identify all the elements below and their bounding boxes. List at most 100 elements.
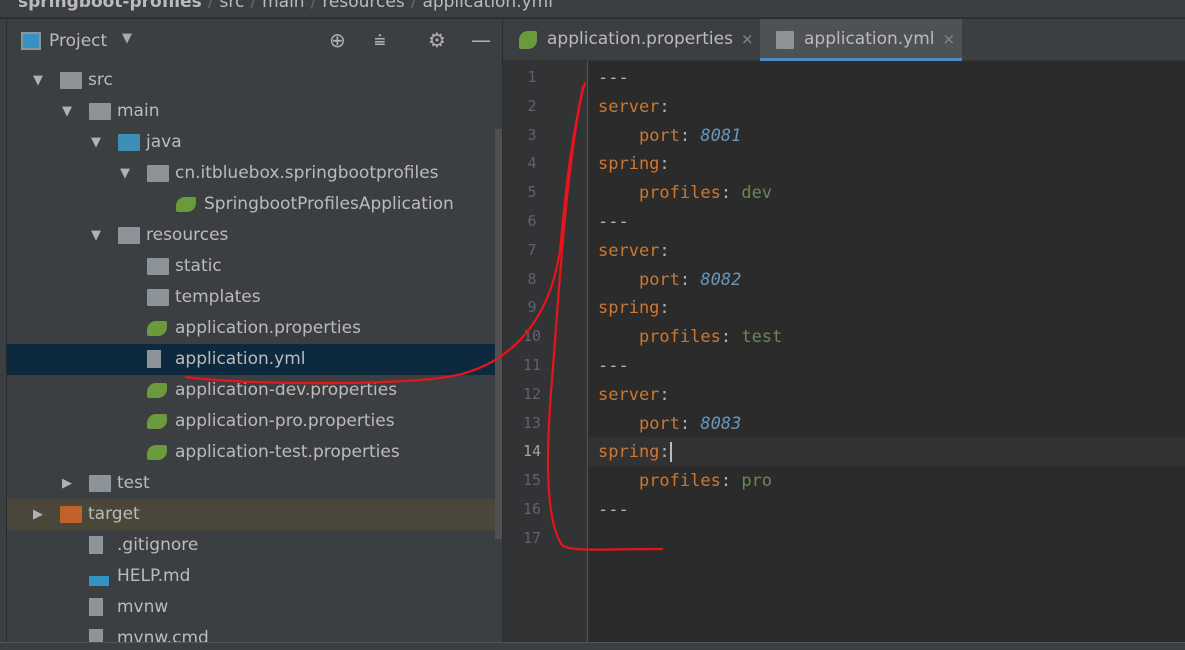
tree-item[interactable]: application.properties [7, 313, 502, 344]
breadcrumb-item[interactable]: src [220, 0, 245, 12]
breadcrumb-item[interactable]: application.yml [422, 0, 553, 12]
tree-item-label: target [88, 504, 140, 524]
tree-item[interactable]: application-pro.properties [7, 406, 502, 437]
tree-item[interactable]: application-test.properties [7, 437, 502, 468]
code-line: profiles: dev [598, 179, 772, 207]
tree-item[interactable]: ▶ test [7, 468, 502, 499]
code-line: --- [598, 64, 629, 92]
line-number: 17 [522, 528, 542, 547]
line-number: 15 [522, 471, 542, 490]
tree-item-label: cn.itbluebox.springbootprofiles [175, 163, 439, 183]
tab-application-yml[interactable]: application.yml × [760, 19, 962, 61]
tab-application-properties[interactable]: application.properties × [503, 19, 754, 61]
tree-item-label: application-pro.properties [175, 411, 395, 431]
close-icon[interactable]: × [943, 30, 956, 48]
breadcrumb-item[interactable]: resources [322, 0, 404, 12]
project-view-icon [21, 32, 41, 50]
tree-item[interactable]: application.yml [7, 344, 502, 375]
spring-properties-icon [147, 383, 167, 398]
code-token: : [659, 298, 670, 319]
breadcrumb-separator: / [207, 0, 214, 12]
code-line: profiles: test [598, 323, 782, 351]
chevron-icon[interactable]: ▼ [91, 220, 101, 251]
tree-item[interactable]: templates [7, 282, 502, 313]
tree-item-label: test [117, 473, 150, 493]
code-line: profiles: pro [598, 467, 772, 495]
tree-item-label: resources [146, 225, 229, 245]
excluded-folder-icon [60, 506, 82, 523]
code-token: --- [598, 356, 629, 376]
chevron-icon[interactable]: ▼ [120, 158, 130, 189]
tree-item[interactable]: .gitignore [7, 530, 502, 561]
resources-folder-icon [118, 227, 140, 244]
tree-item[interactable]: ▶ target [7, 499, 502, 530]
collapse-all-icon[interactable]: ⩧ [374, 28, 386, 52]
folder-icon [89, 103, 111, 120]
tree-item-label: application-dev.properties [175, 380, 398, 400]
code-editor[interactable]: --- server: port: 8081 spring: profiles: d… [589, 61, 1185, 642]
line-number: 13 [522, 413, 542, 432]
chevron-icon[interactable]: ▼ [91, 127, 101, 158]
line-number: 9 [527, 298, 537, 317]
chevron-icon[interactable]: ▼ [62, 96, 72, 127]
spring-properties-icon [147, 445, 167, 460]
tree-item[interactable]: HELP.md [7, 561, 502, 592]
tree-item[interactable]: ▼ main [7, 96, 502, 127]
tree-item[interactable]: mvnw.cmd [7, 623, 502, 642]
markdown-file-icon [89, 576, 109, 586]
code-token: spring [598, 154, 660, 175]
line-number: 8 [527, 269, 537, 288]
scrollbar[interactable] [495, 129, 502, 539]
line-number: 6 [527, 212, 537, 230]
minimize-icon[interactable]: — [471, 28, 491, 52]
code-token: : [659, 442, 670, 463]
code-token: profiles [638, 183, 721, 204]
close-icon[interactable]: × [741, 30, 754, 48]
tree-item[interactable]: application-dev.properties [7, 375, 502, 406]
tree-item-label: mvnw.cmd [117, 628, 209, 642]
line-number: 7 [527, 240, 537, 259]
chevron-icon[interactable]: ▼ [33, 65, 43, 96]
tree-item[interactable]: ▼ resources [7, 220, 502, 251]
code-token: server [598, 384, 660, 405]
code-line: server: [598, 93, 670, 121]
code-token: : [659, 240, 670, 261]
tree-item[interactable]: mvnw [7, 592, 502, 623]
tree-item[interactable]: ▼ src [7, 65, 502, 96]
code-line: spring: [598, 438, 672, 466]
code-token: --- [598, 68, 629, 88]
locate-icon[interactable]: ⊕ [329, 28, 346, 52]
yaml-file-icon [147, 350, 161, 368]
code-line: server: [598, 381, 670, 409]
line-number: 1 [527, 68, 537, 86]
code-token: 8081 [700, 125, 742, 146]
tree-item-label: main [117, 101, 160, 121]
code-token: 8083 [700, 413, 742, 434]
tree-item[interactable]: SpringbootProfilesApplication [7, 189, 502, 220]
chevron-icon[interactable]: ▶ [62, 468, 72, 499]
yaml-file-icon [776, 31, 794, 49]
breadcrumb-item[interactable]: main [262, 0, 304, 12]
folder-icon [147, 258, 169, 275]
tree-item[interactable]: static [7, 251, 502, 282]
tree-item[interactable]: ▼ cn.itbluebox.springbootprofiles [7, 158, 502, 189]
tree-item-label: java [146, 132, 182, 152]
code-token: : [720, 327, 742, 348]
tree-item[interactable]: ▼ java [7, 127, 502, 158]
chevron-down-icon[interactable]: ▼ [122, 31, 132, 46]
gear-icon[interactable]: ⚙ [428, 28, 446, 52]
spring-class-icon [176, 197, 196, 212]
code-line: spring: [598, 294, 670, 322]
chevron-icon[interactable]: ▶ [33, 499, 43, 530]
code-token: : [659, 384, 670, 405]
project-view-selector[interactable]: Project [49, 31, 107, 51]
text-cursor [669, 442, 672, 463]
tree-item-label: SpringbootProfilesApplication [204, 194, 454, 214]
code-token: pro [741, 471, 773, 492]
line-number: 12 [522, 384, 542, 403]
code-token: profiles [638, 327, 721, 348]
source-folder-icon [118, 134, 140, 151]
breadcrumb-item[interactable]: springboot-profiles [0, 0, 202, 12]
